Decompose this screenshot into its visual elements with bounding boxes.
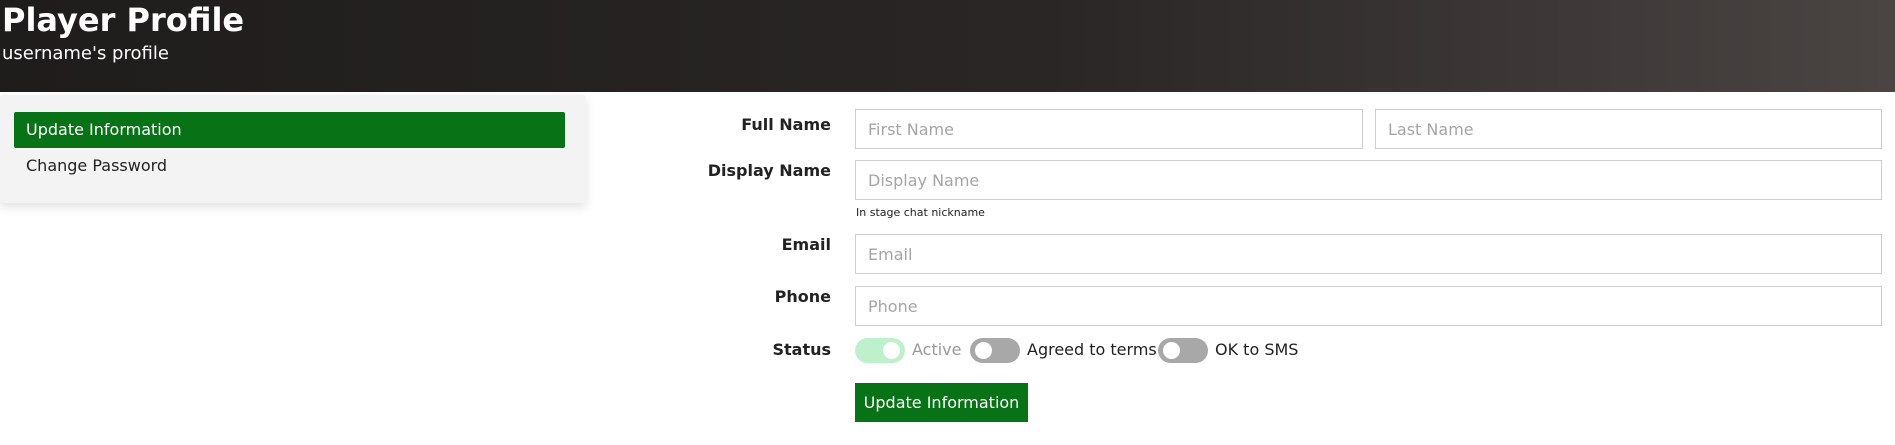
status-label: Status [772, 340, 831, 359]
sidebar-item-update-information[interactable]: Update Information [14, 112, 565, 148]
active-toggle[interactable] [855, 338, 905, 363]
display-name-input[interactable] [855, 160, 1882, 200]
page-header: Player Profile username's profile [0, 0, 1895, 92]
page-title: Player Profile [2, 1, 245, 39]
toggle-knob [975, 342, 992, 359]
toggle-knob [883, 342, 900, 359]
phone-label: Phone [774, 287, 831, 306]
ok-to-sms-label: OK to SMS [1215, 340, 1299, 359]
first-name-input[interactable] [855, 109, 1363, 149]
last-name-input[interactable] [1375, 109, 1882, 149]
toggle-knob [1163, 342, 1180, 359]
profile-sidebar: Update Information Change Password [0, 95, 586, 203]
email-input[interactable] [855, 234, 1882, 274]
phone-input[interactable] [855, 286, 1882, 326]
ok-to-sms-toggle[interactable] [1158, 338, 1208, 363]
email-label: Email [781, 235, 831, 254]
active-toggle-label: Active [912, 340, 962, 359]
display-name-hint: In stage chat nickname [856, 206, 985, 219]
agreed-to-terms-label: Agreed to terms [1027, 340, 1157, 359]
update-information-button[interactable]: Update Information [855, 383, 1028, 422]
sidebar-item-change-password[interactable]: Change Password [14, 148, 565, 184]
page-subtitle: username's profile [2, 43, 169, 64]
agreed-to-terms-toggle[interactable] [970, 338, 1020, 363]
display-name-label: Display Name [707, 161, 831, 180]
full-name-label: Full Name [741, 115, 831, 134]
